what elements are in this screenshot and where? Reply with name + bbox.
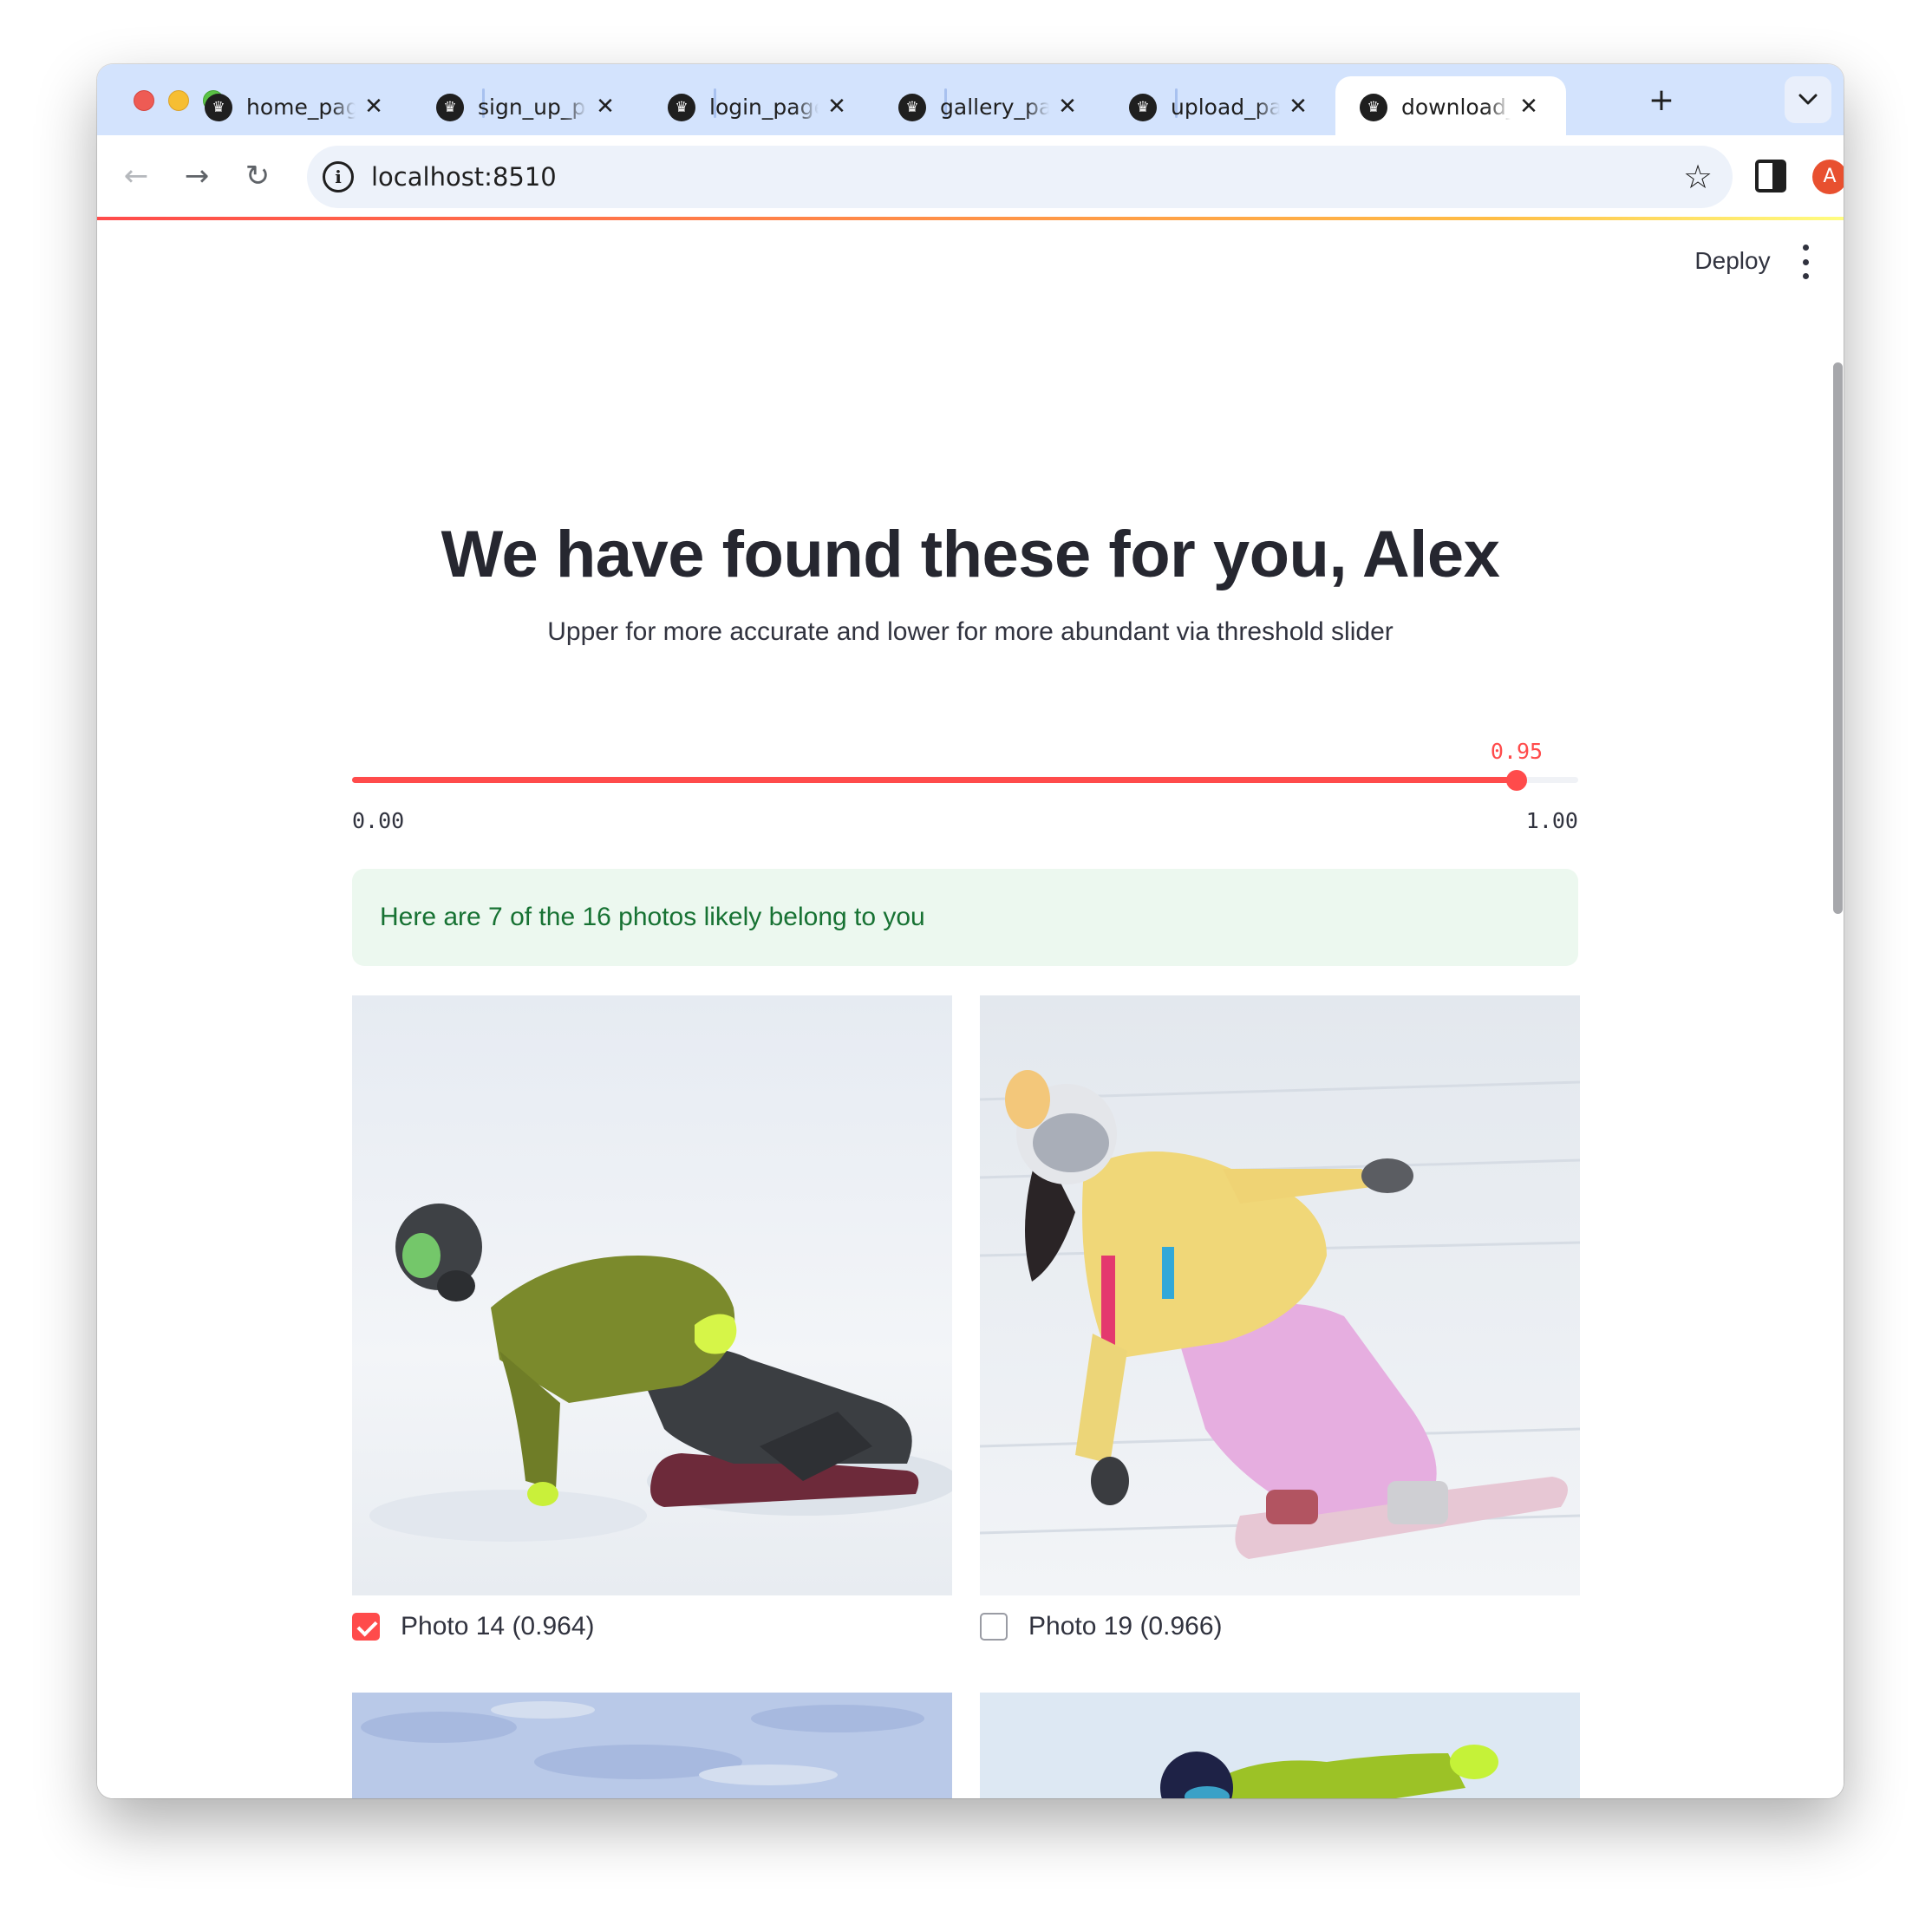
- checkbox-label: Photo 14 (0.964): [401, 1612, 595, 1641]
- slider-fill: [352, 777, 1517, 783]
- back-button[interactable]: ←: [114, 154, 158, 198]
- more-vert-icon[interactable]: [1800, 245, 1811, 279]
- page-title: We have found these for you, Alex: [441, 518, 1500, 591]
- reload-button[interactable]: ↻: [236, 154, 279, 198]
- address-bar[interactable]: i localhost:8510 ☆: [307, 146, 1733, 208]
- reload-icon: ↻: [245, 159, 271, 193]
- tab-title: gallery_page: [940, 95, 1049, 120]
- info-icon[interactable]: i: [323, 161, 354, 192]
- browser-window: ♛ home_page ✕ ♛ sign_up_page ✕ ♛ login_p…: [97, 64, 1844, 1798]
- tab-home-page[interactable]: ♛ home_page ✕: [180, 76, 411, 135]
- photo-19-checkbox[interactable]: Photo 19 (0.966): [980, 1609, 1223, 1644]
- crown-icon: ♛: [205, 94, 232, 121]
- deploy-button[interactable]: Deploy: [1681, 239, 1785, 283]
- side-panel-icon[interactable]: [1755, 160, 1786, 192]
- photo-14-image: [352, 995, 952, 1595]
- arrow-left-icon: ←: [123, 159, 149, 193]
- crown-icon: ♛: [668, 94, 695, 121]
- slider-min-label: 0.00: [352, 808, 405, 833]
- tab-upload-page[interactable]: ♛ upload_page ✕: [1105, 76, 1335, 135]
- close-tab-icon[interactable]: ✕: [822, 92, 852, 121]
- photo-image: [352, 1693, 952, 1798]
- crown-icon: ♛: [898, 94, 926, 121]
- new-tab-button[interactable]: +: [1642, 82, 1681, 120]
- tab-title: login_page: [709, 95, 819, 120]
- tab-download-page[interactable]: ♛ download_page ✕: [1335, 76, 1566, 135]
- tab-title: download_page: [1401, 95, 1511, 120]
- slider-value-label: 0.95: [1490, 739, 1544, 764]
- arrow-right-icon: →: [184, 159, 210, 193]
- close-tab-icon[interactable]: ✕: [1514, 92, 1544, 121]
- crown-icon: ♛: [1360, 94, 1387, 121]
- slider-max-label: 1.00: [1525, 808, 1578, 833]
- tab-login-page[interactable]: ♛ login_page ✕: [643, 76, 874, 135]
- checkbox-label: Photo 19 (0.966): [1028, 1612, 1223, 1641]
- close-tab-icon[interactable]: ✕: [1053, 92, 1082, 121]
- success-alert: Here are 7 of the 16 photos likely belon…: [352, 869, 1578, 966]
- photo-19-image: [980, 995, 1580, 1595]
- page-subtitle: Upper for more accurate and lower for mo…: [547, 617, 1394, 646]
- top-decoration-bar: [97, 217, 1844, 220]
- slider-handle[interactable]: [1506, 770, 1527, 791]
- tab-search-button[interactable]: [1785, 76, 1831, 123]
- tab-strip: ♛ home_page ✕ ♛ sign_up_page ✕ ♛ login_p…: [97, 64, 1844, 135]
- tab-sign-up-page[interactable]: ♛ sign_up_page ✕: [412, 76, 643, 135]
- browser-toolbar: ← → ↻ i localhost:8510 ☆ A: [97, 135, 1844, 217]
- checkbox[interactable]: [980, 1613, 1008, 1641]
- close-tab-icon[interactable]: ✕: [1283, 92, 1313, 121]
- url-text[interactable]: localhost:8510: [371, 161, 557, 192]
- photo-14-checkbox[interactable]: Photo 14 (0.964): [352, 1609, 595, 1644]
- chevron-down-icon: [1798, 88, 1818, 110]
- checkbox[interactable]: [352, 1613, 380, 1641]
- close-tab-icon[interactable]: ✕: [591, 92, 620, 121]
- threshold-slider[interactable]: [352, 770, 1578, 791]
- crown-icon: ♛: [436, 94, 464, 121]
- close-window-button[interactable]: [134, 90, 154, 111]
- crown-icon: ♛: [1129, 94, 1157, 121]
- app-page: Deploy We have found these for you, Alex…: [97, 217, 1844, 1798]
- forward-button[interactable]: →: [175, 154, 219, 198]
- tab-title: upload_page: [1171, 95, 1280, 120]
- tab-title: home_page: [246, 95, 356, 120]
- avatar[interactable]: A: [1812, 160, 1844, 194]
- tab-gallery-page[interactable]: ♛ gallery_page ✕: [874, 76, 1105, 135]
- tab-title: sign_up_page: [478, 95, 587, 120]
- photo-image: [980, 1693, 1580, 1798]
- close-tab-icon[interactable]: ✕: [359, 92, 388, 121]
- star-icon[interactable]: ☆: [1677, 156, 1719, 198]
